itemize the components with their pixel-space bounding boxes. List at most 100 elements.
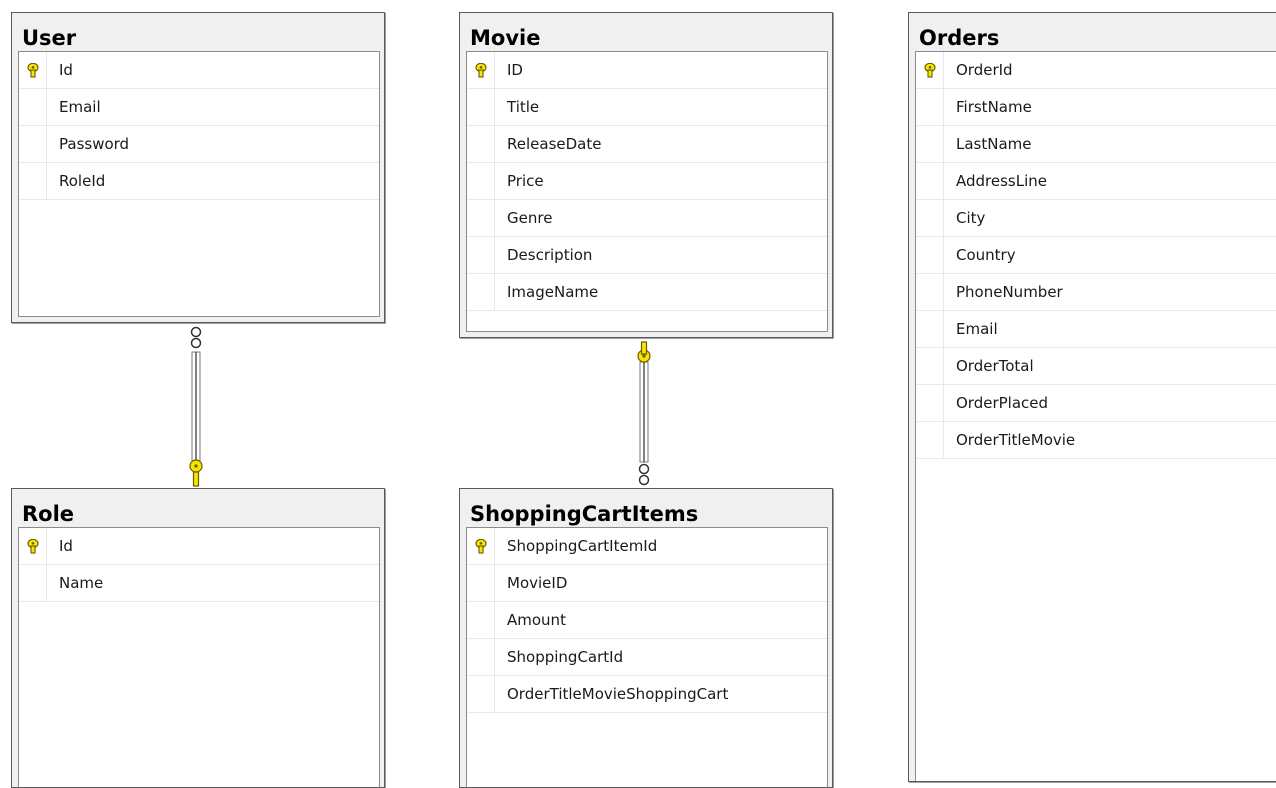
column-name: ShoppingCartItemId bbox=[507, 537, 658, 555]
infinity-icon bbox=[638, 463, 650, 486]
row-selector bbox=[467, 602, 495, 638]
column-row[interactable]: AddressLine bbox=[916, 163, 1276, 200]
table-orders[interactable]: Orders OrderId FirstName LastName AddressLi… bbox=[908, 12, 1276, 782]
table-title: Orders bbox=[919, 26, 1000, 50]
column-name: LastName bbox=[956, 135, 1032, 153]
table-title: Role bbox=[22, 502, 75, 526]
column-name: Password bbox=[59, 135, 130, 153]
row-selector bbox=[19, 528, 47, 564]
table-user[interactable]: User Id Email Password RoleId bbox=[11, 12, 385, 323]
column-row[interactable]: Id bbox=[19, 528, 379, 565]
column-row[interactable]: OrderId bbox=[916, 52, 1276, 89]
row-selector bbox=[467, 89, 495, 125]
column-name: OrderTitleMovieShoppingCart bbox=[507, 685, 729, 703]
column-name: Email bbox=[956, 320, 998, 338]
table-columns: OrderId FirstName LastName AddressLine City C… bbox=[915, 51, 1276, 781]
column-row[interactable]: OrderPlaced bbox=[916, 385, 1276, 422]
row-selector bbox=[19, 565, 47, 601]
column-row[interactable]: MovieID bbox=[467, 565, 827, 602]
column-name: Price bbox=[507, 172, 544, 190]
row-selector bbox=[19, 163, 47, 199]
column-row[interactable]: ID bbox=[467, 52, 827, 89]
row-selector bbox=[467, 237, 495, 273]
row-selector bbox=[467, 52, 495, 88]
column-row[interactable]: OrderTitleMovieShoppingCart bbox=[467, 676, 827, 713]
column-name: City bbox=[956, 209, 986, 227]
row-selector bbox=[916, 163, 944, 199]
row-selector bbox=[467, 126, 495, 162]
table-role[interactable]: Role Id Name bbox=[11, 488, 385, 788]
column-name: OrderPlaced bbox=[956, 394, 1049, 412]
column-row[interactable]: FirstName bbox=[916, 89, 1276, 126]
row-selector bbox=[19, 126, 47, 162]
row-selector bbox=[916, 237, 944, 273]
column-row[interactable]: PhoneNumber bbox=[916, 274, 1276, 311]
column-name: OrderTitleMovie bbox=[956, 431, 1076, 449]
table-columns: Id Email Password RoleId bbox=[18, 51, 380, 317]
table-columns: ShoppingCartItemId MovieID Amount ShoppingC… bbox=[466, 527, 828, 787]
column-name: Name bbox=[59, 574, 104, 592]
column-row[interactable]: Id bbox=[19, 52, 379, 89]
column-name: ReleaseDate bbox=[507, 135, 602, 153]
column-row[interactable]: OrderTotal bbox=[916, 348, 1276, 385]
key-icon bbox=[189, 459, 203, 487]
column-name: Email bbox=[59, 98, 101, 116]
column-name: OrderId bbox=[956, 61, 1013, 79]
column-name: RoleId bbox=[59, 172, 106, 190]
column-row[interactable]: Title bbox=[467, 89, 827, 126]
row-selector bbox=[916, 274, 944, 310]
column-row[interactable]: OrderTitleMovie bbox=[916, 422, 1276, 459]
table-movie[interactable]: Movie ID Title ReleaseDate Price Genre Descri… bbox=[459, 12, 833, 338]
table-columns: ID Title ReleaseDate Price Genre Description I… bbox=[466, 51, 828, 332]
column-row[interactable]: Country bbox=[916, 237, 1276, 274]
column-row[interactable]: Amount bbox=[467, 602, 827, 639]
column-name: PhoneNumber bbox=[956, 283, 1063, 301]
column-name: ShoppingCartId bbox=[507, 648, 624, 666]
infinity-icon bbox=[190, 326, 202, 349]
row-selector bbox=[916, 52, 944, 88]
row-selector bbox=[467, 639, 495, 675]
column-row[interactable]: RoleId bbox=[19, 163, 379, 200]
column-name: ImageName bbox=[507, 283, 599, 301]
column-row[interactable]: LastName bbox=[916, 126, 1276, 163]
row-selector bbox=[916, 200, 944, 236]
row-selector bbox=[916, 348, 944, 384]
column-row[interactable]: Description bbox=[467, 237, 827, 274]
column-name: Id bbox=[59, 537, 73, 555]
table-columns: Id Name bbox=[18, 527, 380, 787]
row-selector bbox=[467, 200, 495, 236]
row-selector bbox=[916, 311, 944, 347]
row-selector bbox=[467, 274, 495, 310]
table-title: ShoppingCartItems bbox=[470, 502, 699, 526]
row-selector bbox=[916, 422, 944, 458]
row-selector bbox=[19, 52, 47, 88]
row-selector bbox=[467, 163, 495, 199]
column-name: Country bbox=[956, 246, 1016, 264]
column-name: AddressLine bbox=[956, 172, 1047, 190]
column-name: Title bbox=[507, 98, 540, 116]
column-name: FirstName bbox=[956, 98, 1032, 116]
column-row[interactable]: ImageName bbox=[467, 274, 827, 311]
row-selector bbox=[916, 385, 944, 421]
column-row[interactable]: Email bbox=[916, 311, 1276, 348]
row-selector bbox=[916, 89, 944, 125]
relationship-movie-shoppingcartitems[interactable] bbox=[637, 341, 651, 486]
column-row[interactable]: Name bbox=[19, 565, 379, 602]
column-row[interactable]: Email bbox=[19, 89, 379, 126]
column-row[interactable]: City bbox=[916, 200, 1276, 237]
relationship-user-role[interactable] bbox=[189, 326, 203, 487]
column-row[interactable]: Password bbox=[19, 126, 379, 163]
column-row[interactable]: ShoppingCartId bbox=[467, 639, 827, 676]
row-selector bbox=[467, 528, 495, 564]
column-row[interactable]: Genre bbox=[467, 200, 827, 237]
row-selector bbox=[916, 126, 944, 162]
column-row[interactable]: ShoppingCartItemId bbox=[467, 528, 827, 565]
table-shoppingcartitems[interactable]: ShoppingCartItems ShoppingCartItemId Movi… bbox=[459, 488, 833, 788]
row-selector bbox=[19, 89, 47, 125]
column-row[interactable]: ReleaseDate bbox=[467, 126, 827, 163]
column-row[interactable]: Price bbox=[467, 163, 827, 200]
row-selector bbox=[467, 676, 495, 712]
table-title: Movie bbox=[470, 26, 541, 50]
column-name: Description bbox=[507, 246, 593, 264]
key-icon bbox=[637, 341, 651, 363]
